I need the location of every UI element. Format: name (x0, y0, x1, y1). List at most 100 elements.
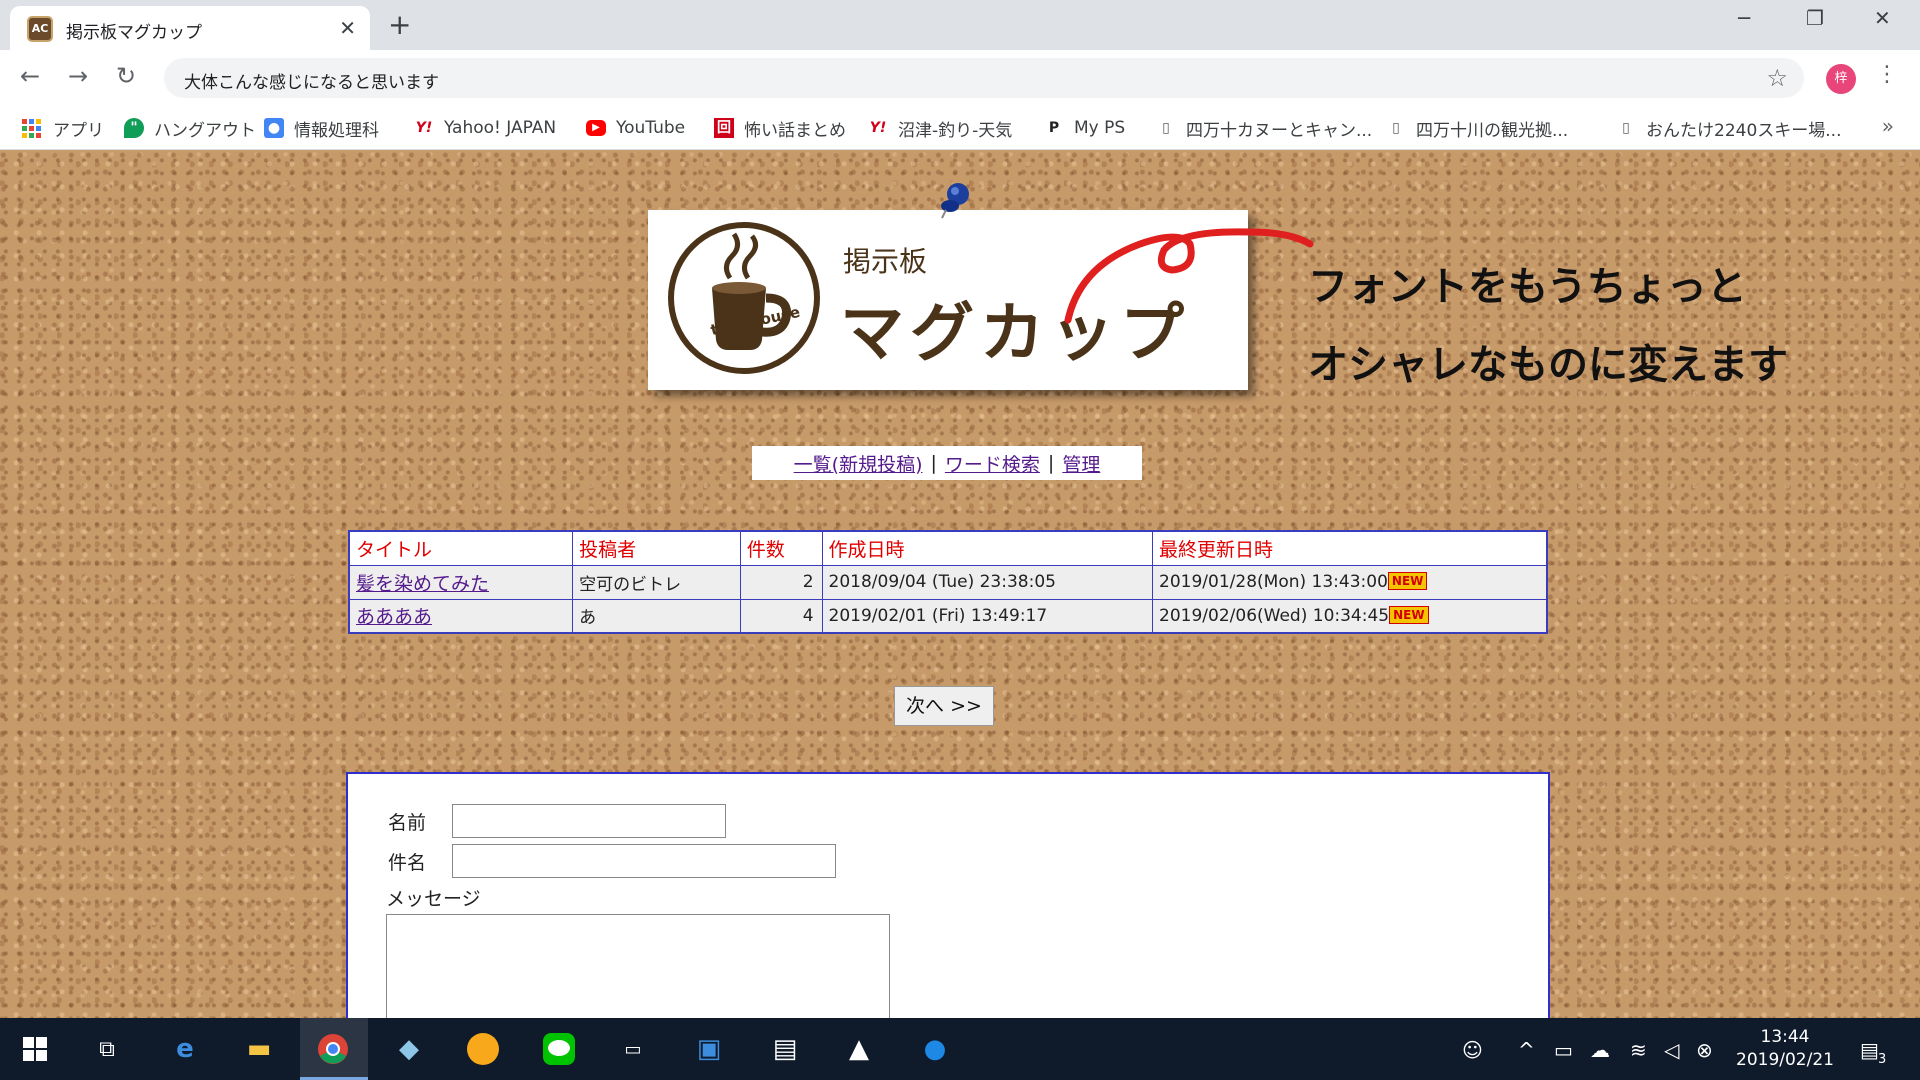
system-clock[interactable]: 13:44 2019/02/21 (1730, 1026, 1840, 1072)
file-explorer-icon[interactable]: ▬ (240, 1030, 278, 1068)
bookmark-shimanto-canoe[interactable]: ▯ 四万十カヌーとキャン... (1156, 116, 1373, 141)
bookmark-numazu[interactable]: Y! 沼津-釣り-天気 (868, 116, 1013, 141)
chrome-icon[interactable] (314, 1030, 352, 1068)
bookmark-scary[interactable]: 回 怖い話まとめ (714, 116, 846, 141)
bookmark-label: Yahoo! JAPAN (444, 118, 557, 138)
bookmark-star-icon[interactable]: ☆ (1766, 64, 1788, 92)
page-viewport: tera house 掲示板 マグカップ フォントをもうちょっと オシャレなもの… (0, 150, 1920, 1018)
thread-title-cell: 髪を染めてみた (348, 564, 574, 600)
new-badge: NEW (1387, 572, 1428, 590)
created-cell: 2019/02/01 (Fri) 13:49:17 (821, 598, 1154, 634)
count-cell: 4 (739, 598, 823, 634)
minimize-icon[interactable]: ─ (1738, 6, 1750, 30)
hangouts-icon: " (124, 118, 144, 138)
bookmark-label: 四万十川の観光拠... (1416, 120, 1569, 141)
menu-dots-icon[interactable]: ⋮ (1876, 62, 1898, 87)
window-close-icon[interactable]: ✕ (1874, 6, 1891, 30)
profile-avatar[interactable]: 梓 (1826, 64, 1856, 94)
bookmark-myps[interactable]: P My PS (1044, 116, 1125, 140)
new-tab-button[interactable]: + (388, 8, 411, 41)
next-page-button[interactable]: 次へ >> (894, 686, 994, 726)
updated-text: 2019/01/28(Mon) 13:43:00 (1159, 572, 1388, 592)
back-arrow-icon[interactable]: ← (20, 62, 40, 90)
task-view-icon[interactable]: ⧉ (88, 1030, 126, 1068)
bookmark-label: ハングアウト (154, 120, 256, 141)
browser-tab[interactable]: AC 掲示板マグカップ ✕ (10, 6, 370, 50)
thread-table: タイトル 投稿者 件数 作成日時 最終更新日時 髪を染めてみた 空可のビトレ 2… (348, 530, 1548, 634)
window-app-icon[interactable]: ▣ (690, 1030, 728, 1068)
battery-icon[interactable]: ▭ (1554, 1038, 1573, 1062)
bookmark-info[interactable]: ● 情報処理科 (264, 116, 379, 141)
tab-strip: AC 掲示板マグカップ ✕ + ─ ❐ ✕ (0, 0, 1920, 50)
notification-count: 3 (1878, 1052, 1887, 1067)
updated-cell: 2019/02/06(Wed) 10:34:45 NEW (1152, 598, 1548, 634)
document-icon: ▯ (1162, 120, 1170, 136)
bookmark-youtube[interactable]: ▶ YouTube (586, 116, 685, 140)
bookmark-label: おんたけ2240スキー場... (1646, 120, 1842, 141)
status-x-icon[interactable]: ⊗ (1696, 1038, 1713, 1062)
subject-label: 件名 (388, 852, 427, 874)
table-row: 髪を染めてみた 空可のビトレ 2 2018/09/04 (Tue) 23:38:… (348, 564, 1548, 600)
column-header-updated: 最終更新日時 (1152, 530, 1548, 566)
edge-browser-icon[interactable]: e (166, 1030, 204, 1068)
windows-start-icon[interactable] (16, 1030, 54, 1068)
bookmark-label: 四万十カヌーとキャン... (1186, 120, 1373, 141)
bookmark-label: 情報処理科 (294, 120, 379, 141)
terminal-icon[interactable]: ▭ (614, 1030, 652, 1068)
author-cell: あ (572, 598, 741, 634)
nav-link-search[interactable]: ワード検索 (945, 450, 1040, 477)
table-row: ああああ あ 4 2019/02/01 (Fri) 13:49:17 2019/… (348, 598, 1548, 634)
maps-app-icon[interactable]: ● (916, 1030, 954, 1068)
forward-arrow-icon[interactable]: → (68, 62, 88, 90)
tab-title: 掲示板マグカップ (66, 23, 202, 43)
thread-title-link[interactable]: 髪を染めてみた (356, 573, 489, 595)
notes-app-icon[interactable]: ◆ (390, 1030, 428, 1068)
nav-separator: | (1047, 452, 1055, 474)
count-cell: 2 (739, 564, 823, 600)
column-header-author: 投稿者 (572, 530, 741, 566)
bookmark-label: My PS (1074, 118, 1126, 138)
bookmark-apps[interactable]: アプリ (22, 116, 104, 141)
people-icon[interactable]: ☺ (1462, 1038, 1483, 1062)
tray-chevron-icon[interactable]: ^ (1518, 1038, 1535, 1062)
red-square-icon: 回 (714, 118, 734, 138)
film-editor-icon[interactable]: ▤ (766, 1030, 804, 1068)
mug-emblem-icon: tera house (668, 222, 820, 374)
bookmark-label: アプリ (53, 120, 104, 141)
column-header-count: 件数 (739, 530, 823, 566)
photos-icon[interactable]: ▲ (840, 1030, 878, 1068)
restore-icon[interactable]: ❐ (1806, 6, 1824, 30)
table-header-row: タイトル 投稿者 件数 作成日時 最終更新日時 (348, 530, 1548, 566)
reload-icon[interactable]: ↻ (116, 62, 136, 90)
thread-title-link[interactable]: ああああ (356, 606, 432, 628)
yahoo-icon: Y! (415, 120, 433, 136)
red-swoosh-decoration (1064, 228, 1314, 324)
message-textarea[interactable] (386, 914, 890, 1018)
name-input[interactable] (452, 804, 726, 838)
yahoo-icon: Y! (869, 120, 887, 136)
wifi-icon[interactable]: ≋ (1630, 1038, 1647, 1062)
document-icon: ▯ (1392, 120, 1400, 136)
playstation-icon: P (1048, 120, 1060, 136)
column-header-created: 作成日時 (821, 530, 1154, 566)
document-icon: ▯ (1622, 120, 1630, 136)
bookmark-ontake-ski[interactable]: ▯ おんたけ2240スキー場... (1616, 116, 1842, 141)
bookmark-yahoo[interactable]: Y! Yahoo! JAPAN (414, 116, 556, 140)
nav-link-list[interactable]: 一覧(新規投稿) (794, 450, 923, 477)
onedrive-icon[interactable]: ☁ (1590, 1038, 1610, 1062)
clock-date: 2019/02/21 (1736, 1050, 1834, 1070)
line-app-icon[interactable] (540, 1030, 578, 1068)
address-bar[interactable]: 大体こんな感じになると思います ☆ (164, 58, 1804, 98)
action-center-icon[interactable]: ▤ (1860, 1038, 1879, 1062)
nav-separator: | (930, 452, 937, 474)
orange-app-icon[interactable] (464, 1030, 502, 1068)
tab-close-icon[interactable]: ✕ (339, 16, 356, 40)
subject-input[interactable] (452, 844, 836, 878)
bookmarks-overflow-icon[interactable]: » (1882, 114, 1894, 138)
nav-link-admin[interactable]: 管理 (1062, 450, 1100, 477)
volume-muted-icon[interactable]: ◁ (1664, 1038, 1679, 1062)
address-text: 大体こんな感じになると思います (184, 73, 439, 93)
bookmark-shimanto-tourism[interactable]: ▯ 四万十川の観光拠... (1386, 116, 1569, 141)
bookmark-hangouts[interactable]: " ハングアウト (124, 116, 256, 141)
